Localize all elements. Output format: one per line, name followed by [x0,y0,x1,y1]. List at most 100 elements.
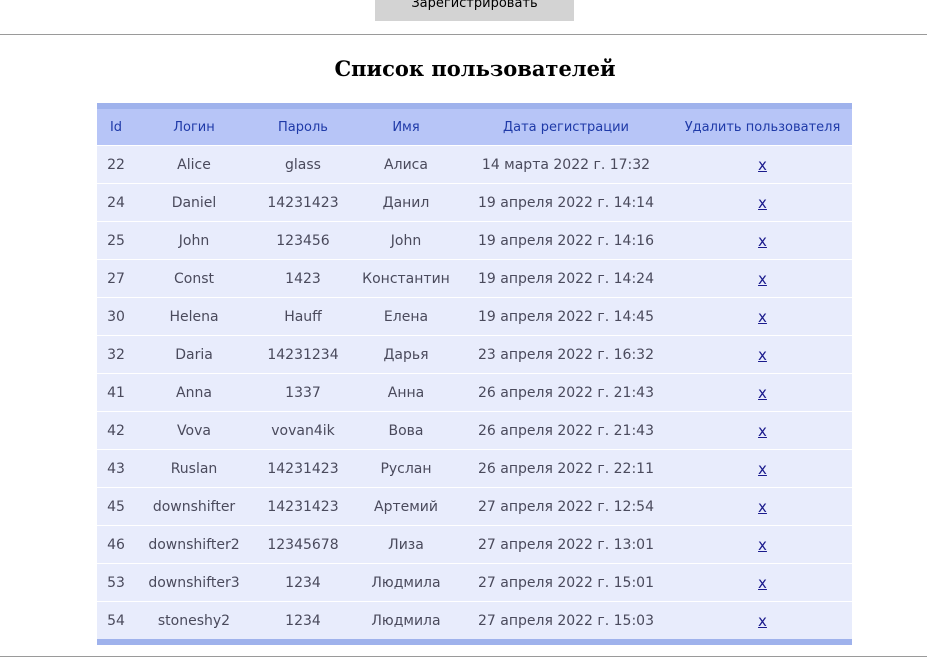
delete-user-link[interactable]: x [758,498,767,516]
cell-password: vovan4ik [253,411,353,450]
delete-user-link[interactable]: x [758,232,767,250]
table-row: 53 downshifter3 1234 Людмила 27 апреля 2022 … [97,563,852,602]
table-row: 27 Const 1423 Константин 19 апреля 2022 г. 1… [97,259,852,298]
delete-user-link[interactable]: x [758,270,767,288]
table-row: 22 Alice glass Алиса 14 марта 2022 г. 17:32 x [97,145,852,184]
cell-date: 23 апреля 2022 г. 16:32 [459,335,673,374]
cell-name: Данил [353,183,459,222]
table-row: 42 Vova vovan4ik Вова 26 апреля 2022 г. 21:4… [97,411,852,450]
cell-delete: x [673,563,852,602]
cell-date: 19 апреля 2022 г. 14:16 [459,221,673,260]
cell-login: Alice [135,145,253,184]
delete-user-link[interactable]: x [758,574,767,592]
cell-password: 14231234 [253,335,353,374]
cell-password: 1423 [253,259,353,298]
cell-login: stoneshy2 [135,601,253,642]
cell-login: John [135,221,253,260]
cell-login: Daria [135,335,253,374]
cell-name: Константин [353,259,459,298]
cell-login: Const [135,259,253,298]
delete-user-link[interactable]: x [758,460,767,478]
column-header-name: Имя [353,106,459,146]
cell-login: Daniel [135,183,253,222]
column-header-password: Пароль [253,106,353,146]
cell-login: Anna [135,373,253,412]
delete-user-link[interactable]: x [758,422,767,440]
cell-date: 26 апреля 2022 г. 21:43 [459,373,673,412]
cell-password: 12345678 [253,525,353,564]
cell-password: glass [253,145,353,184]
cell-name: Анна [353,373,459,412]
cell-date: 19 апреля 2022 г. 14:24 [459,259,673,298]
cell-login: downshifter3 [135,563,253,602]
cell-id: 32 [97,335,135,374]
cell-id: 25 [97,221,135,260]
cell-delete: x [673,145,852,184]
delete-user-link[interactable]: x [758,156,767,174]
cell-delete: x [673,335,852,374]
delete-user-link[interactable]: x [758,536,767,554]
table-row: 24 Daniel 14231423 Данил 19 апреля 2022 г. 1… [97,183,852,222]
cell-password: 1337 [253,373,353,412]
bottom-divider [0,656,927,657]
table-body: 22 Alice glass Алиса 14 марта 2022 г. 17:32 x… [97,145,852,642]
cell-delete: x [673,297,852,336]
delete-user-link[interactable]: x [758,308,767,326]
cell-date: 27 апреля 2022 г. 12:54 [459,487,673,526]
cell-name: Артемий [353,487,459,526]
cell-delete: x [673,221,852,260]
cell-date: 14 марта 2022 г. 17:32 [459,145,673,184]
cell-id: 45 [97,487,135,526]
cell-password: 14231423 [253,183,353,222]
page: Зарегистрировать Список пользователей Id… [0,0,927,669]
cell-password: 1234 [253,563,353,602]
cell-delete: x [673,487,852,526]
register-button[interactable]: Зарегистрировать [375,0,574,21]
cell-id: 27 [97,259,135,298]
cell-password: 1234 [253,601,353,642]
cell-delete: x [673,601,852,642]
cell-delete: x [673,411,852,450]
cell-date: 26 апреля 2022 г. 21:43 [459,411,673,450]
cell-id: 54 [97,601,135,642]
cell-id: 30 [97,297,135,336]
cell-login: Vova [135,411,253,450]
cell-delete: x [673,373,852,412]
cell-name: Лиза [353,525,459,564]
cell-name: Руслан [353,449,459,488]
table-row: 25 John 123456 John 19 апреля 2022 г. 14:16 x [97,221,852,260]
cell-id: 24 [97,183,135,222]
column-header-delete: Удалить пользователя [673,106,852,146]
cell-delete: x [673,183,852,222]
cell-delete: x [673,259,852,298]
delete-user-link[interactable]: x [758,384,767,402]
table-header-row: Id Логин Пароль Имя Дата регистрации Уда… [97,106,852,146]
delete-user-link[interactable]: x [758,612,767,630]
column-header-id: Id [97,106,135,146]
delete-user-link[interactable]: x [758,194,767,212]
table-row: 32 Daria 14231234 Дарья 23 апреля 2022 г. 16… [97,335,852,374]
page-title: Список пользователей [334,56,616,81]
cell-login: Helena [135,297,253,336]
cell-date: 27 апреля 2022 г. 15:03 [459,601,673,642]
cell-date: 27 апреля 2022 г. 13:01 [459,525,673,564]
table-row: 30 Helena Hauff Елена 19 апреля 2022 г. 14:4… [97,297,852,336]
cell-delete: x [673,449,852,488]
cell-id: 43 [97,449,135,488]
cell-name: John [353,221,459,260]
table-row: 46 downshifter2 12345678 Лиза 27 апреля 2022… [97,525,852,564]
cell-id: 41 [97,373,135,412]
cell-password: 123456 [253,221,353,260]
cell-name: Людмила [353,563,459,602]
cell-password: Hauff [253,297,353,336]
table-row: 54 stoneshy2 1234 Людмила 27 апреля 2022 г. … [97,601,852,642]
cell-name: Дарья [353,335,459,374]
delete-user-link[interactable]: x [758,346,767,364]
top-divider [0,34,927,35]
table-row: 41 Anna 1337 Анна 26 апреля 2022 г. 21:43 x [97,373,852,412]
cell-password: 14231423 [253,449,353,488]
cell-login: downshifter2 [135,525,253,564]
users-table: Id Логин Пароль Имя Дата регистрации Уда… [97,103,852,645]
cell-id: 22 [97,145,135,184]
column-header-login: Логин [135,106,253,146]
